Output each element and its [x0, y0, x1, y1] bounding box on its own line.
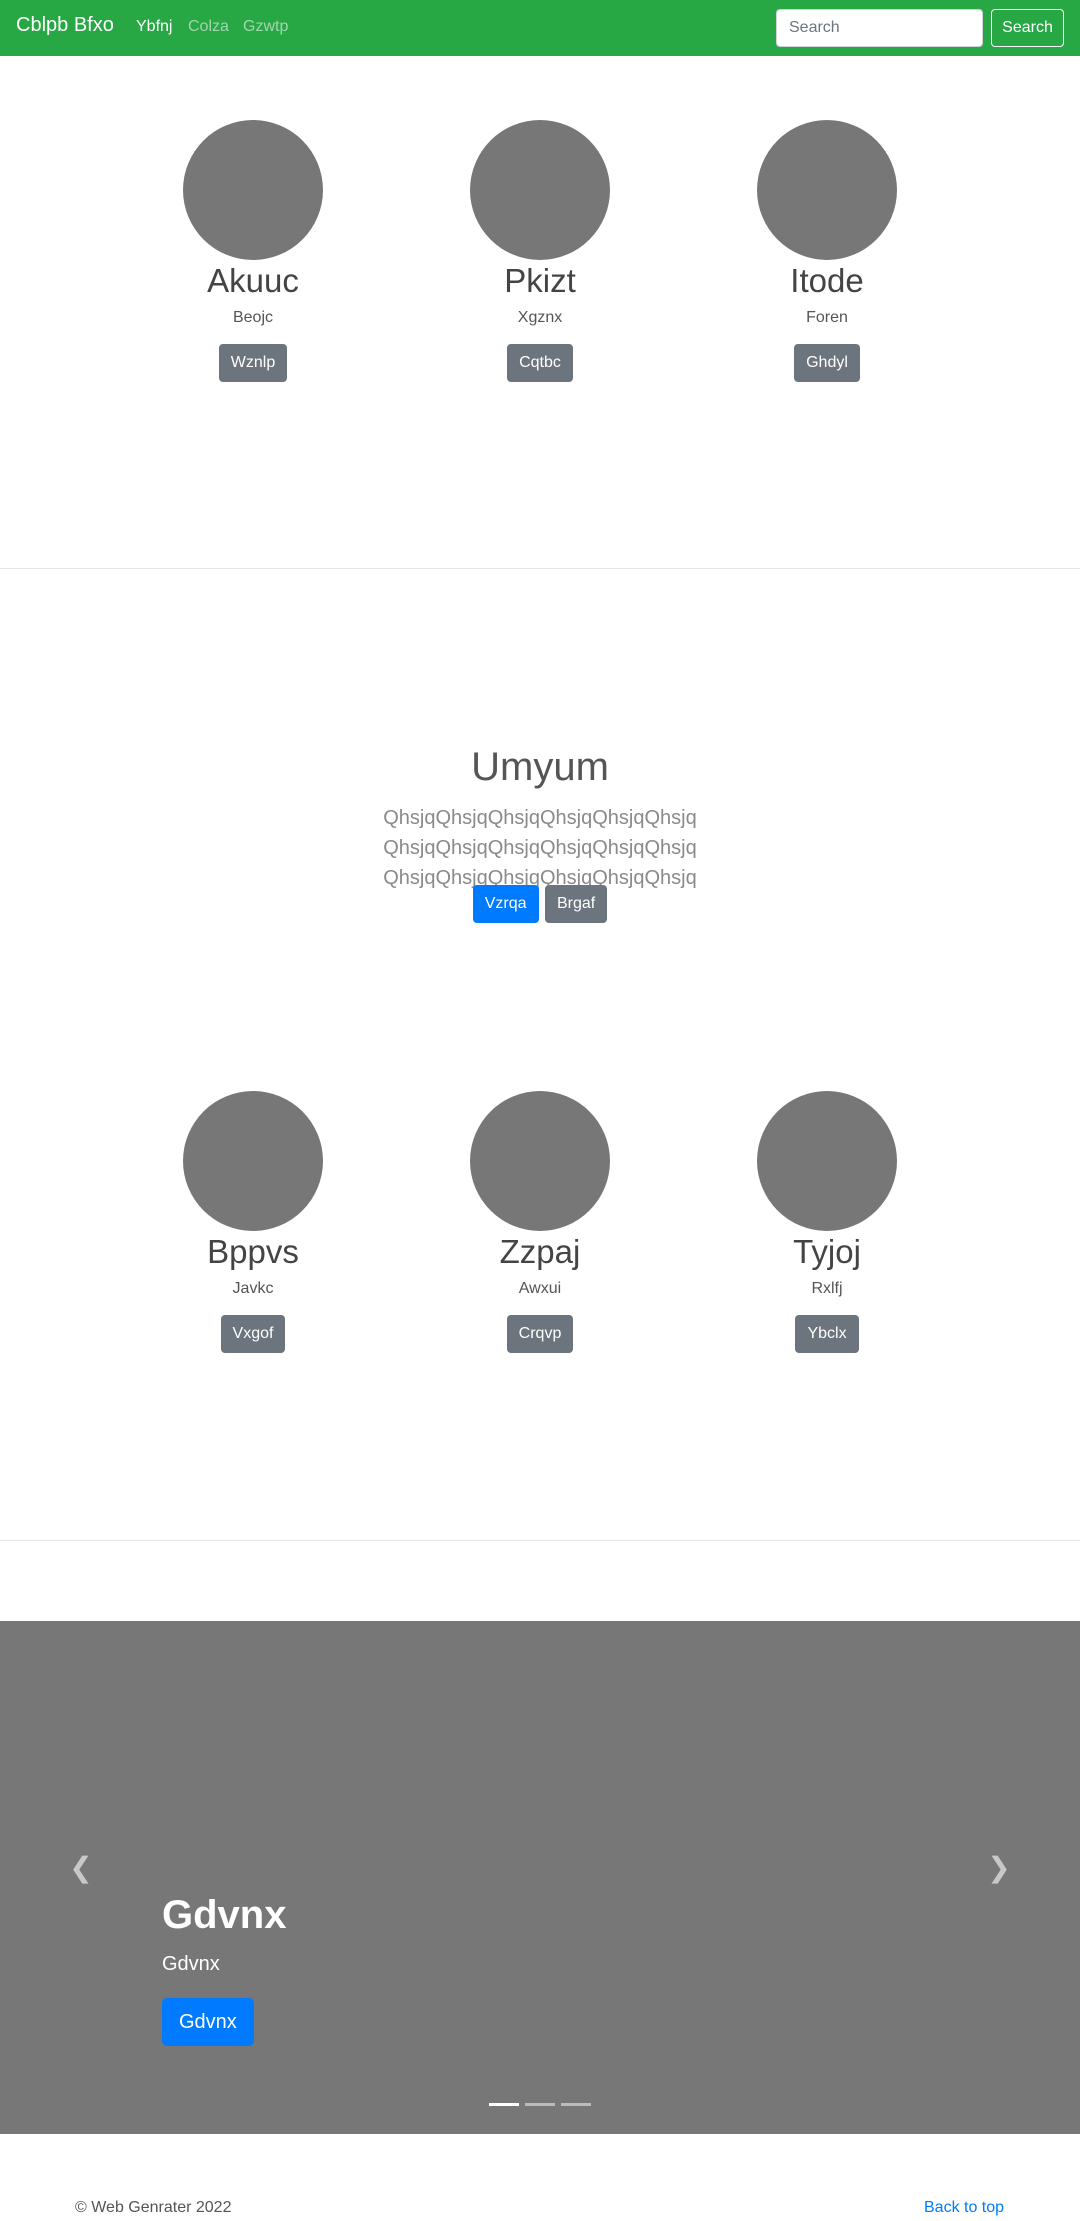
member-subtitle: Xgznx: [517, 309, 563, 326]
navbar: Cblpb Bfxo Ybfnj Colza Gzwtp Search: [0, 0, 1080, 56]
chevron-right-icon[interactable]: ❯: [984, 1853, 1014, 1883]
section-divider: [0, 1540, 1080, 1541]
nav-link-ybfnj[interactable]: Ybfnj: [136, 18, 172, 36]
team-member-card: Akuuc Beojc Wznlp: [123, 120, 383, 382]
carousel-indicator[interactable]: [525, 2103, 555, 2106]
member-subtitle: Beojc: [232, 309, 274, 326]
member-name: Bppvs: [207, 1233, 299, 1270]
section-divider: [0, 568, 1080, 569]
member-button[interactable]: Wznlp: [218, 344, 288, 382]
nav-link-gzwtp[interactable]: Gzwtp: [243, 18, 288, 36]
chevron-left-icon[interactable]: ❮: [66, 1853, 96, 1883]
member-name: Itode: [790, 262, 864, 299]
hero-buttons: Vzrqa Brgaf: [0, 885, 1080, 923]
member-name: Zzpaj: [499, 1233, 581, 1270]
avatar-placeholder: [183, 120, 323, 260]
member-name: Tyjoj: [793, 1233, 861, 1270]
hero-secondary-button[interactable]: Brgaf: [545, 885, 608, 923]
avatar-placeholder: [757, 120, 897, 260]
member-name: Akuuc: [207, 262, 299, 299]
member-button[interactable]: Crqvp: [506, 1315, 574, 1353]
member-button[interactable]: Cqtbc: [507, 344, 573, 382]
team-member-card: Tyjoj Rxlfj Ybclx: [697, 1091, 957, 1353]
brand-link[interactable]: Cblpb Bfxo: [16, 14, 114, 37]
avatar-placeholder: [470, 120, 610, 260]
carousel-indicator[interactable]: [489, 2103, 519, 2106]
nav-link-colza[interactable]: Colza: [188, 18, 229, 36]
avatar-placeholder: [183, 1091, 323, 1231]
member-subtitle: Javkc: [232, 1280, 274, 1297]
member-subtitle: Rxlfj: [811, 1280, 843, 1297]
carousel-indicator[interactable]: [561, 2103, 591, 2106]
carousel-caption-button[interactable]: Gdvnx: [162, 1998, 254, 2046]
search-button[interactable]: Search: [991, 9, 1064, 47]
member-button[interactable]: Ybclx: [795, 1315, 859, 1353]
member-button[interactable]: Ghdyl: [794, 344, 860, 382]
member-name: Pkizt: [504, 262, 576, 299]
hero-lead: QhsjqQhsjqQhsjqQhsjqQhsjqQhsjq QhsjqQhsj…: [383, 807, 697, 889]
carousel: ❮ ❯ Gdvnx Gdvnx Gdvnx: [0, 1621, 1080, 2134]
member-subtitle: Foren: [806, 309, 848, 326]
avatar-placeholder: [757, 1091, 897, 1231]
member-button[interactable]: Vxgof: [220, 1315, 286, 1353]
team-member-card: Bppvs Javkc Vxgof: [123, 1091, 383, 1353]
carousel-indicators: [489, 2103, 591, 2107]
member-subtitle: Awxui: [518, 1280, 562, 1297]
hero-title: Umyum: [471, 745, 609, 789]
team-member-card: Zzpaj Awxui Crqvp: [410, 1091, 670, 1353]
team-member-card: Itode Foren Ghdyl: [697, 120, 957, 382]
search-input[interactable]: [776, 9, 983, 47]
footer-copyright: © Web Genrater 2022: [75, 2199, 232, 2216]
team-member-card: Pkizt Xgznx Cqtbc: [410, 120, 670, 382]
avatar-placeholder: [470, 1091, 610, 1231]
carousel-caption-title: Gdvnx: [162, 1893, 287, 1937]
hero-primary-button[interactable]: Vzrqa: [472, 885, 539, 923]
carousel-caption-subtitle: Gdvnx: [162, 1953, 220, 1975]
back-to-top-link[interactable]: Back to top: [924, 2199, 1004, 2217]
